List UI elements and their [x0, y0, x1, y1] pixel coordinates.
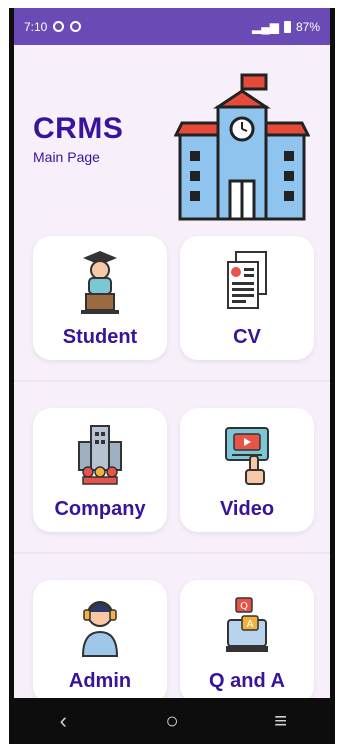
- admin-icon: [81, 601, 119, 657]
- company-icon: [78, 425, 122, 485]
- svg-text:A: A: [247, 619, 254, 630]
- school-building-icon: [174, 73, 310, 221]
- battery-percentage: 87%: [295, 19, 320, 34]
- video-card[interactable]: Video: [180, 408, 314, 532]
- qa-card[interactable]: Q A Q and A: [180, 580, 314, 698]
- video-icon: [225, 427, 269, 485]
- company-card[interactable]: Company: [33, 408, 167, 532]
- row-divider: [14, 552, 330, 554]
- app-title: CRMS: [33, 112, 124, 145]
- notification-icon: [53, 21, 65, 32]
- header: CRMS Main Page: [14, 45, 330, 235]
- card-label: Video: [219, 498, 275, 520]
- recents-icon[interactable]: ≡: [261, 708, 301, 734]
- phone-frame: 7:10 ▂▄▆ 87% CRMS Main Page Student CV C…: [9, 8, 335, 744]
- android-nav-bar: ‹ ○ ≡: [9, 698, 335, 744]
- card-label: Company: [54, 498, 146, 520]
- cv-card[interactable]: CV: [180, 236, 314, 360]
- student-card[interactable]: Student: [33, 236, 167, 360]
- app-screen: 7:10 ▂▄▆ 87% CRMS Main Page Student CV C…: [14, 8, 330, 698]
- status-bar: 7:10 ▂▄▆ 87%: [14, 8, 330, 45]
- notification-icon: [70, 21, 82, 32]
- signal-icon: ▂▄▆: [252, 19, 279, 34]
- cv-icon: [227, 251, 267, 309]
- row-divider: [14, 380, 330, 382]
- home-icon[interactable]: ○: [152, 708, 192, 734]
- battery-icon: [283, 20, 291, 33]
- card-label: Student: [62, 326, 138, 348]
- back-icon[interactable]: ‹: [43, 708, 83, 734]
- svg-text:Q: Q: [240, 601, 248, 612]
- admin-card[interactable]: Admin: [33, 580, 167, 698]
- card-label: Admin: [68, 670, 132, 692]
- card-label: CV: [233, 326, 261, 348]
- page-subtitle: Main Page: [33, 149, 100, 165]
- card-label: Q and A: [209, 670, 285, 692]
- qa-icon: Q A: [226, 597, 268, 652]
- status-time: 7:10: [24, 19, 48, 34]
- student-icon: [81, 251, 119, 314]
